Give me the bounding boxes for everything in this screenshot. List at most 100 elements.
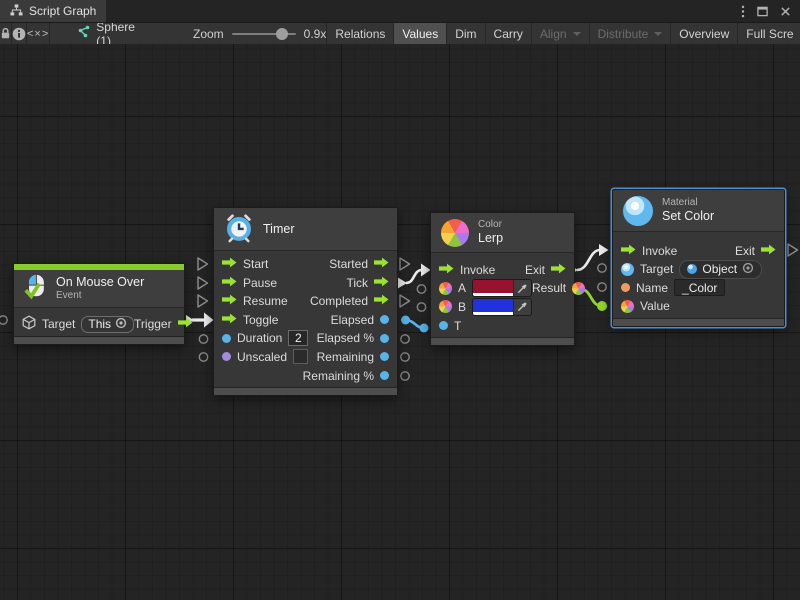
color-wheel-icon: [441, 219, 469, 247]
unscaled-checkbox[interactable]: [293, 349, 308, 364]
port-row: Invoke Exit: [613, 241, 784, 260]
data-port-icon[interactable]: [439, 321, 448, 330]
port-label: Trigger: [134, 317, 172, 331]
flow-port-icon[interactable]: [222, 257, 237, 271]
data-port-icon[interactable]: [380, 334, 389, 343]
port-indicator-triangle[interactable]: [198, 295, 208, 307]
flow-port-icon[interactable]: [439, 263, 454, 277]
port-indicator-circle[interactable]: [598, 264, 606, 272]
node-color-lerp[interactable]: Color Lerp Invoke Exit A Result B: [430, 212, 575, 346]
data-port-icon[interactable]: [222, 352, 231, 361]
mouse-event-icon: [24, 274, 47, 303]
port-row: Duration2 Elapsed %: [214, 329, 397, 348]
name-value-field[interactable]: _Color: [674, 279, 725, 296]
node-footer[interactable]: [431, 337, 574, 345]
align-dropdown[interactable]: Align: [531, 23, 589, 44]
port-indicator-circle[interactable]: [0, 316, 7, 324]
zoom-label: Zoom: [193, 27, 224, 41]
data-port-icon[interactable]: [222, 334, 231, 343]
node-set-color[interactable]: Material Set Color Invoke Exit Target Ob…: [612, 189, 785, 327]
dim-button[interactable]: Dim: [446, 23, 484, 44]
flow-port-icon[interactable]: [621, 244, 636, 258]
port-indicator-circle[interactable]: [401, 353, 409, 361]
port-indicator-triangle[interactable]: [400, 295, 410, 307]
object-picker-icon[interactable]: [742, 262, 754, 277]
flow-port-icon[interactable]: [178, 317, 193, 331]
info-icon[interactable]: [12, 23, 27, 44]
edit-source-icon[interactable]: <×>: [27, 23, 50, 44]
port-indicator-circle[interactable]: [598, 283, 606, 291]
node-title: Lerp: [478, 231, 503, 246]
flow-port-icon[interactable]: [222, 294, 237, 308]
node-timer[interactable]: Timer Start Started Pause Tick Resume Co…: [213, 207, 398, 396]
material-port-icon[interactable]: [621, 263, 634, 276]
graph-canvas[interactable]: On Mouse Over Event Target This: [0, 44, 800, 600]
flow-port-icon[interactable]: [551, 263, 566, 277]
carry-button[interactable]: Carry: [485, 23, 531, 44]
port-indicator-circle[interactable]: [199, 353, 207, 361]
color-port-icon[interactable]: [439, 282, 452, 295]
overview-button[interactable]: Overview: [670, 23, 737, 44]
node-on-mouse-over[interactable]: On Mouse Over Event Target This: [13, 263, 185, 345]
zoom-value: 0.9x: [304, 27, 327, 41]
port-row: B: [431, 298, 574, 317]
flow-port-icon[interactable]: [761, 244, 776, 258]
graph-context[interactable]: Sphere (1): [76, 23, 135, 44]
data-port-icon[interactable]: [380, 315, 389, 324]
flow-port-icon[interactable]: [222, 276, 237, 290]
window-menu-icon[interactable]: [741, 5, 745, 18]
port-indicator-triangle[interactable]: [198, 277, 208, 289]
port-indicator-circle[interactable]: [401, 372, 409, 380]
fullscreen-button[interactable]: Full Scre: [737, 23, 800, 44]
node-footer[interactable]: [214, 387, 397, 395]
lock-icon[interactable]: [0, 23, 12, 44]
maximize-icon[interactable]: [757, 6, 768, 17]
port-indicator-circle[interactable]: [401, 335, 409, 343]
distribute-dropdown[interactable]: Distribute: [589, 23, 671, 44]
object-picker-icon[interactable]: [115, 317, 127, 332]
color-b-field[interactable]: [472, 298, 532, 316]
context-label: Sphere (1): [96, 23, 135, 45]
graph-toolbar: <×> Sphere (1) Zoom 0.9x Relations Value…: [0, 23, 800, 45]
duration-value-field[interactable]: 2: [288, 330, 308, 346]
node-title: Set Color: [662, 209, 714, 224]
close-icon[interactable]: [780, 6, 791, 17]
node-footer[interactable]: [613, 318, 784, 326]
port-row: Start Started: [214, 255, 397, 274]
relations-button[interactable]: Relations: [326, 23, 393, 44]
port-row: Invoke Exit: [431, 261, 574, 280]
port-indicator-circle[interactable]: [417, 303, 425, 311]
data-port-icon[interactable]: [621, 283, 630, 292]
wire-elapsed-t[interactable]: [401, 316, 429, 333]
wire-tick-invoke[interactable]: [397, 264, 431, 290]
flow-port-icon[interactable]: [374, 257, 389, 271]
port-indicator-circle[interactable]: [199, 335, 207, 343]
zoom-slider-knob[interactable]: [276, 28, 288, 40]
values-button[interactable]: Values: [393, 23, 446, 44]
eyedropper-icon[interactable]: [513, 299, 531, 315]
color-port-icon[interactable]: [439, 300, 452, 313]
flow-port-icon[interactable]: [374, 294, 389, 308]
zoom-slider[interactable]: [232, 27, 296, 41]
tab-strip: Script Graph: [0, 0, 800, 23]
data-port-icon[interactable]: [380, 371, 389, 380]
color-port-icon[interactable]: [621, 300, 634, 313]
node-title: Timer: [263, 222, 294, 237]
port-indicator-triangle[interactable]: [788, 244, 798, 256]
color-a-field[interactable]: [472, 279, 532, 297]
target-object-field[interactable]: Object: [679, 260, 762, 279]
port-row: Name_Color: [613, 279, 784, 298]
eyedropper-icon[interactable]: [513, 280, 531, 296]
port-row: Toggle Elapsed: [214, 310, 397, 329]
flow-port-icon[interactable]: [374, 276, 389, 290]
data-port-icon[interactable]: [380, 352, 389, 361]
port-indicator-circle[interactable]: [417, 285, 425, 293]
node-footer[interactable]: [14, 336, 184, 344]
color-port-icon[interactable]: [572, 282, 585, 295]
material-sphere-icon: [623, 196, 653, 226]
target-this-field[interactable]: This: [81, 316, 134, 333]
flow-port-icon[interactable]: [222, 313, 237, 327]
tab-script-graph[interactable]: Script Graph: [0, 0, 106, 22]
port-indicator-triangle[interactable]: [400, 258, 410, 270]
port-indicator-triangle[interactable]: [198, 258, 208, 270]
